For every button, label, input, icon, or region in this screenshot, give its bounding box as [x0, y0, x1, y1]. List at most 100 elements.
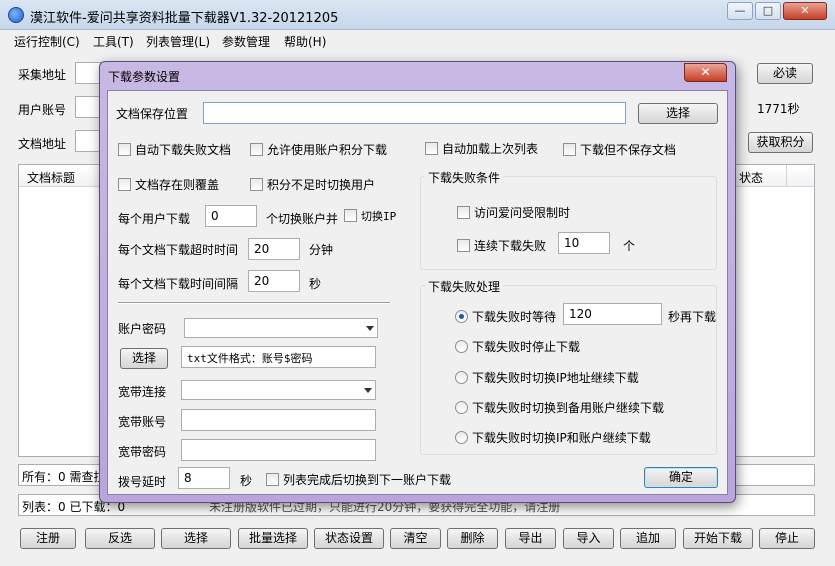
checkbox-box[interactable] — [457, 206, 470, 219]
import-button[interactable]: 导入 — [563, 528, 614, 549]
checkbox-box[interactable] — [563, 143, 576, 156]
broadband-connection-combo[interactable] — [181, 380, 376, 400]
checkbox-box[interactable] — [266, 473, 279, 486]
fail-condition-group: 下载失败条件 访问爱问受限制时 连续下载失败 10 个 — [420, 169, 717, 270]
menu-help[interactable]: 帮助(H) — [284, 33, 326, 50]
user-account-label: 用户账号 — [18, 103, 67, 117]
register-button[interactable]: 注册 — [20, 528, 76, 549]
radio-dot[interactable] — [455, 431, 468, 444]
fail-wait-suffix: 秒再下载 — [668, 310, 717, 324]
minimize-button[interactable]: — — [727, 2, 753, 20]
dial-delay-unit: 秒 — [240, 474, 253, 488]
fail-condition-title: 下载失败条件 — [425, 169, 504, 186]
checkbox-box[interactable] — [457, 239, 470, 252]
invert-select-button[interactable]: 反选 — [85, 528, 155, 549]
column-title-header[interactable]: 文档标题 — [27, 169, 75, 186]
fail-wait-radio[interactable]: 下载失败时等待 — [455, 308, 556, 325]
fail-handling-title: 下载失败处理 — [425, 278, 504, 295]
broadband-connection-label: 宽带连接 — [118, 385, 167, 399]
checkbox-box[interactable] — [250, 143, 263, 156]
divider — [118, 302, 390, 304]
per-user-label: 每个用户下载 — [118, 212, 191, 226]
maximize-button[interactable]: □ — [755, 2, 781, 20]
doc-url-label: 文档地址 — [18, 137, 67, 151]
menu-bar: 运行控制(C) 工具(T) 列表管理(L) 参数管理 帮助(H) — [0, 30, 835, 50]
save-location-label: 文档保存位置 — [116, 107, 189, 121]
consecutive-fail-input[interactable]: 10 — [558, 232, 610, 254]
menu-list-manage[interactable]: 列表管理(L) — [146, 33, 210, 50]
collect-url-label: 采集地址 — [18, 68, 67, 82]
account-password-label: 账户密码 — [118, 322, 167, 336]
radio-dot[interactable] — [455, 401, 468, 414]
menu-param-manage[interactable]: 参数管理 — [222, 33, 270, 50]
download-no-save-checkbox[interactable]: 下载但不保存文档 — [563, 141, 676, 158]
after-list-switch-checkbox[interactable]: 列表完成后切换到下一账户下载 — [266, 471, 451, 488]
timeout-unit: 分钟 — [309, 243, 334, 257]
timeout-label: 每个文档下载超时时间 — [118, 243, 239, 257]
fail-stop-radio[interactable]: 下载失败时停止下载 — [455, 338, 580, 355]
access-limited-checkbox[interactable]: 访问爱问受限制时 — [457, 204, 570, 221]
checkbox-box[interactable] — [250, 178, 263, 191]
stop-button[interactable]: 停止 — [759, 528, 815, 549]
fail-wait-input[interactable]: 120 — [563, 303, 662, 325]
radio-dot[interactable] — [455, 340, 468, 353]
batch-select-button[interactable]: 批量选择 — [238, 528, 308, 549]
dialog-close-button[interactable]: ✕ — [684, 63, 727, 82]
close-button[interactable]: ✕ — [783, 2, 827, 20]
dialog-title: 下载参数设置 — [108, 70, 181, 84]
column-status-header[interactable]: 状态 — [739, 169, 763, 186]
clear-button[interactable]: 清空 — [390, 528, 441, 549]
delete-button[interactable]: 删除 — [447, 528, 498, 549]
start-download-button[interactable]: 开始下载 — [683, 528, 753, 549]
get-points-button[interactable]: 获取积分 — [748, 132, 813, 153]
ok-button[interactable]: 确定 — [644, 467, 718, 488]
account-password-combo[interactable] — [184, 318, 378, 338]
checkbox-box[interactable] — [425, 142, 438, 155]
consecutive-fail-unit: 个 — [623, 239, 636, 253]
status-all-text: 所有：0 需查拉 — [22, 470, 106, 484]
save-location-select-button[interactable]: 选择 — [638, 103, 718, 124]
consecutive-fail-checkbox[interactable]: 连续下载失败 — [457, 237, 546, 254]
txt-format-field: txt文件格式：账号$密码 — [181, 346, 376, 368]
chevron-down-icon — [366, 326, 374, 331]
auto-load-list-checkbox[interactable]: 自动加载上次列表 — [425, 140, 538, 157]
fail-switch-both-radio[interactable]: 下载失败时切换IP和账户继续下载 — [455, 429, 651, 446]
must-read-button[interactable]: 必读 — [757, 63, 813, 84]
dial-delay-label: 拨号延时 — [118, 475, 167, 489]
app-icon — [8, 7, 24, 23]
overwrite-checkbox[interactable]: 文档存在则覆盖 — [118, 176, 219, 193]
status-setting-button[interactable]: 状态设置 — [314, 528, 384, 549]
select-button[interactable]: 选择 — [161, 528, 231, 549]
checkbox-box[interactable] — [344, 209, 357, 222]
switch-ip-checkbox[interactable]: 切换IP — [344, 208, 396, 224]
radio-dot[interactable] — [455, 371, 468, 384]
fail-switch-ip-radio[interactable]: 下载失败时切换IP地址继续下载 — [455, 369, 639, 386]
allow-points-checkbox[interactable]: 允许使用账户积分下载 — [250, 141, 387, 158]
export-button[interactable]: 导出 — [505, 528, 556, 549]
broadband-password-input[interactable] — [181, 439, 376, 461]
switch-user-checkbox[interactable]: 积分不足时切换用户 — [250, 176, 375, 193]
checkbox-box[interactable] — [118, 143, 131, 156]
fail-switch-backup-radio[interactable]: 下载失败时切换到备用账户继续下载 — [455, 399, 664, 416]
broadband-account-label: 宽带账号 — [118, 415, 167, 429]
interval-input[interactable]: 20 — [248, 270, 300, 292]
append-button[interactable]: 追加 — [620, 528, 676, 549]
per-user-suffix: 个切换账户并 — [266, 212, 339, 226]
broadband-password-label: 宽带密码 — [118, 445, 167, 459]
checkbox-box[interactable] — [118, 178, 131, 191]
per-user-input[interactable]: 0 — [205, 205, 257, 227]
save-location-input[interactable] — [203, 102, 626, 124]
dial-delay-input[interactable]: 8 — [178, 467, 230, 489]
window-title: 漠江软件-爱问共享资料批量下载器V1.32-20121205 — [30, 11, 339, 26]
radio-dot[interactable] — [455, 310, 468, 323]
points-value: 1771秒 — [757, 102, 800, 116]
interval-unit: 秒 — [309, 277, 322, 291]
broadband-account-input[interactable] — [181, 409, 376, 431]
menu-tools[interactable]: 工具(T) — [93, 33, 134, 50]
menu-run-control[interactable]: 运行控制(C) — [14, 33, 80, 50]
timeout-input[interactable]: 20 — [248, 238, 300, 260]
title-bar: 漠江软件-爱问共享资料批量下载器V1.32-20121205 — □ ✕ — [0, 0, 835, 30]
auto-download-failed-checkbox[interactable]: 自动下载失败文档 — [118, 141, 231, 158]
chevron-down-icon — [364, 388, 372, 393]
account-file-select-button[interactable]: 选择 — [120, 348, 168, 369]
